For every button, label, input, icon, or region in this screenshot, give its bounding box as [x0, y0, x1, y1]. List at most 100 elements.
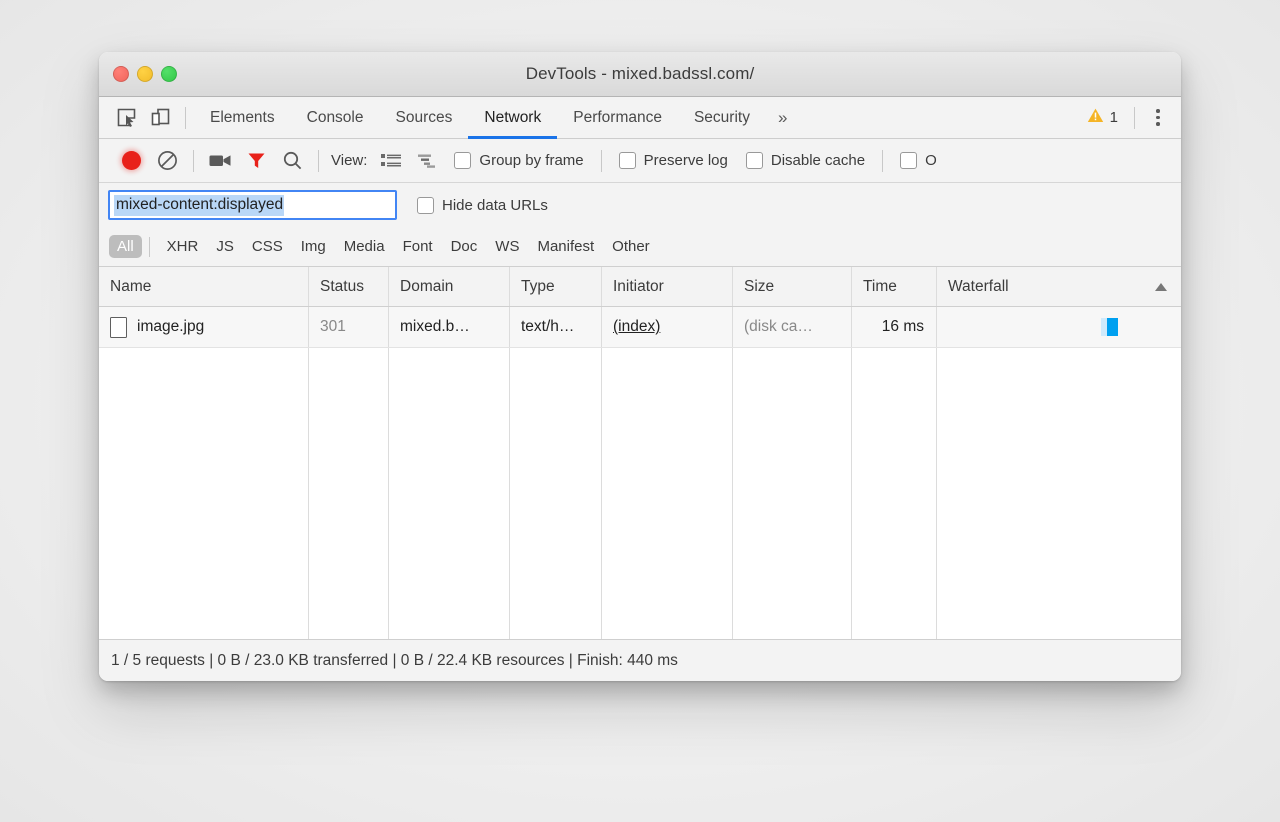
cell-domain: mixed.b… [389, 307, 510, 347]
window-title: DevTools - mixed.badssl.com/ [525, 64, 755, 83]
type-filter-css[interactable]: CSS [244, 235, 291, 258]
panel-tabs: Elements Console Sources Network Perform… [194, 97, 799, 139]
checkbox-box [900, 152, 918, 169]
sort-ascending-icon [1155, 282, 1167, 291]
initiator-link[interactable]: (index) [613, 318, 660, 336]
empty-column-size [733, 348, 852, 639]
type-filter-ws[interactable]: WS [487, 235, 527, 258]
empty-column-type [510, 348, 602, 639]
status-bar: 1 / 5 requests | 0 B / 23.0 KB transferr… [99, 639, 1181, 681]
type-filter-divider [148, 236, 150, 257]
table-empty-area [99, 348, 1181, 639]
devtools-window: DevTools - mixed.badssl.com/ Elements Co… [99, 52, 1181, 681]
column-header-domain[interactable]: Domain [389, 267, 510, 306]
list-view-icon[interactable] [373, 145, 409, 177]
column-header-time[interactable]: Time [852, 267, 937, 306]
filter-input[interactable]: mixed-content:displayed [108, 190, 397, 220]
document-file-icon [110, 316, 127, 338]
column-header-waterfall-label: Waterfall [948, 277, 1009, 295]
filter-row: mixed-content:displayed Hide data URLs [99, 183, 1181, 227]
more-tabs-icon[interactable]: » [766, 97, 799, 138]
tab-performance[interactable]: Performance [557, 97, 678, 138]
warning-badge[interactable]: 1 [1079, 107, 1126, 128]
type-filter-other[interactable]: Other [604, 235, 658, 258]
toolbar-divider-3 [600, 149, 602, 172]
tabbar-right-group: 1 [1079, 103, 1181, 133]
tab-elements[interactable]: Elements [194, 97, 291, 138]
device-toolbar-icon[interactable] [143, 103, 177, 133]
cell-waterfall [937, 307, 1181, 347]
inspect-element-icon[interactable] [109, 103, 143, 133]
filter-funnel-icon[interactable] [238, 145, 274, 177]
cell-size: (disk ca… [733, 307, 852, 347]
waterfall-bar [1101, 318, 1118, 336]
kebab-menu-icon[interactable] [1143, 103, 1173, 133]
cell-type: text/h… [510, 307, 602, 347]
empty-column-time [852, 348, 937, 639]
devtools-tabbar: Elements Console Sources Network Perform… [99, 97, 1181, 139]
filter-input-value: mixed-content:displayed [114, 194, 285, 216]
toolbar-divider-4 [882, 149, 884, 172]
cell-time: 16 ms [852, 307, 937, 347]
cell-name[interactable]: image.jpg [99, 307, 309, 347]
empty-column-name [99, 348, 309, 639]
type-filter-all[interactable]: All [109, 235, 142, 258]
empty-column-status [309, 348, 389, 639]
camera-icon[interactable] [202, 145, 238, 177]
clear-icon[interactable] [149, 145, 185, 177]
preserve-log-checkbox[interactable]: Preserve log [618, 152, 728, 169]
network-toolbar: View: Group by frame Preserve log Disabl… [99, 139, 1181, 183]
type-filter-xhr[interactable]: XHR [159, 235, 207, 258]
type-filter-js[interactable]: JS [208, 235, 242, 258]
cell-initiator[interactable]: (index) [602, 307, 733, 347]
table-header-row: Name Status Domain Type Initiator Size T… [99, 267, 1181, 307]
warning-triangle-icon [1087, 107, 1104, 128]
type-filter-font[interactable]: Font [395, 235, 441, 258]
table-body: image.jpg 301 mixed.b… text/h… (index) (… [99, 307, 1181, 639]
close-window-button[interactable] [113, 66, 129, 82]
type-filter-img[interactable]: Img [293, 235, 334, 258]
offline-label-clipped: O [925, 152, 937, 169]
empty-column-domain [389, 348, 510, 639]
type-filter-media[interactable]: Media [336, 235, 393, 258]
column-header-initiator[interactable]: Initiator [602, 267, 733, 306]
tab-sources[interactable]: Sources [380, 97, 469, 138]
column-header-size[interactable]: Size [733, 267, 852, 306]
view-label: View: [331, 152, 368, 169]
window-titlebar: DevTools - mixed.badssl.com/ [99, 52, 1181, 97]
offline-checkbox-clipped[interactable]: O [900, 152, 937, 169]
toolbar-divider-1 [193, 149, 194, 172]
disable-cache-checkbox[interactable]: Disable cache [745, 152, 866, 169]
column-header-waterfall[interactable]: Waterfall [937, 267, 1181, 306]
empty-column-waterfall [937, 348, 1181, 639]
checkbox-box [454, 152, 472, 169]
tab-console[interactable]: Console [291, 97, 380, 138]
hide-data-urls-label: Hide data URLs [442, 196, 548, 214]
column-header-type[interactable]: Type [510, 267, 602, 306]
column-header-status[interactable]: Status [309, 267, 389, 306]
toolbar-divider-2 [318, 149, 319, 172]
waterfall-view-icon[interactable] [409, 145, 445, 177]
waterfall-download-segment [1107, 318, 1118, 336]
group-by-frame-label: Group by frame [479, 152, 584, 169]
column-header-name[interactable]: Name [99, 267, 309, 306]
resource-type-filters: All XHR JS CSS Img Media Font Doc WS Man… [99, 227, 1181, 267]
disable-cache-label: Disable cache [770, 152, 866, 169]
group-by-frame-checkbox[interactable]: Group by frame [454, 152, 584, 169]
tabbar-right-divider [1134, 106, 1135, 129]
cell-status: 301 [309, 307, 389, 347]
type-filter-manifest[interactable]: Manifest [529, 235, 602, 258]
search-magnifier-icon[interactable] [274, 145, 310, 177]
warning-count: 1 [1109, 109, 1118, 126]
tab-security[interactable]: Security [678, 97, 766, 138]
tabbar-divider [185, 106, 186, 129]
hide-data-urls-checkbox[interactable]: Hide data URLs [417, 196, 548, 214]
type-filter-doc[interactable]: Doc [443, 235, 486, 258]
record-button-icon[interactable] [113, 145, 149, 177]
request-name: image.jpg [137, 318, 205, 335]
table-row[interactable]: image.jpg 301 mixed.b… text/h… (index) (… [99, 307, 1181, 348]
maximize-window-button[interactable] [161, 66, 177, 82]
tab-network[interactable]: Network [468, 97, 558, 139]
preserve-log-label: Preserve log [643, 152, 728, 169]
minimize-window-button[interactable] [137, 66, 153, 82]
